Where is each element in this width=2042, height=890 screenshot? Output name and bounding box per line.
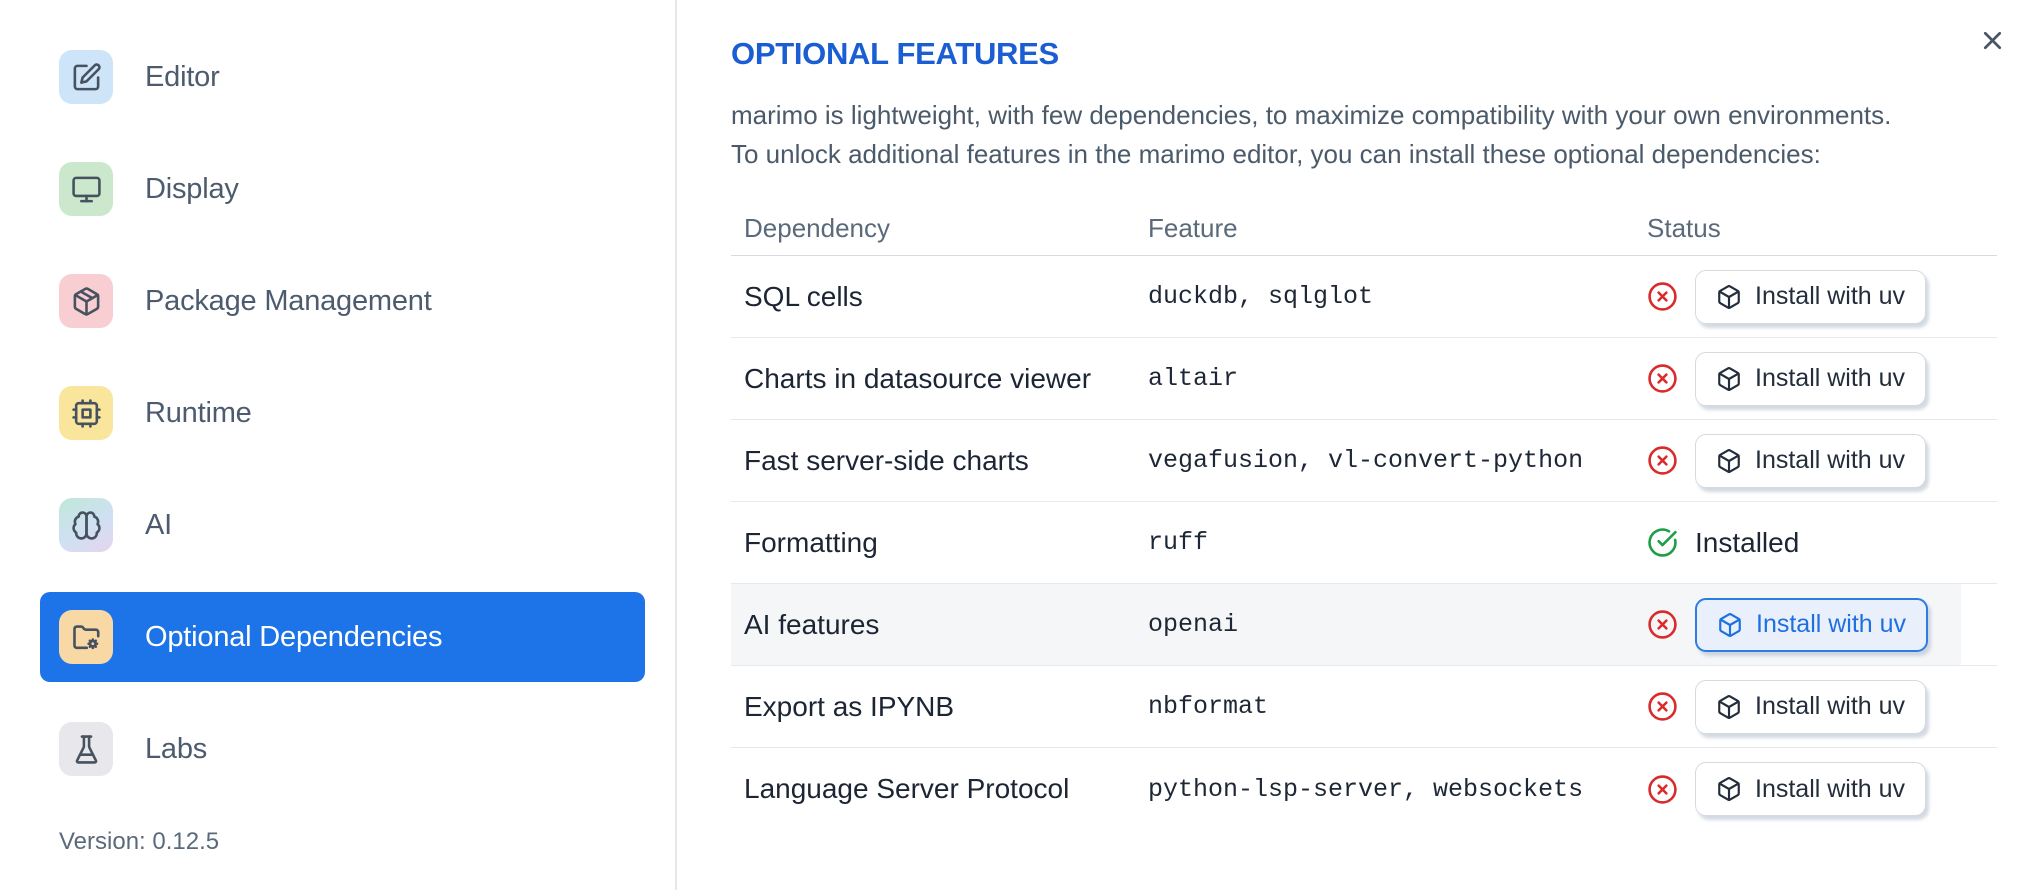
column-header-feature: Feature [1148,213,1238,243]
install-with-uv-button[interactable]: Install with uv [1695,433,1927,488]
dependency-name: Charts in datasource viewer [744,362,1092,394]
description-line-1: marimo is lightweight, with few dependen… [731,100,1892,130]
table-row: Charts in datasource viewer altair Insta… [731,338,1997,420]
version-label: Version: 0.12.5 [59,828,220,855]
box-icon [1716,366,1742,392]
dependency-name: Language Server Protocol [744,773,1070,804]
installed-status-label: Installed [1695,526,1800,558]
table-header-row: Dependency Feature Status [731,202,1997,256]
feature-packages: vegafusion, vl-convert-python [1148,446,1584,475]
sidebar-item-label: Package Management [145,284,432,317]
sidebar-item-runtime[interactable]: Runtime [40,368,645,458]
install-button-label: Install with uv [1755,364,1906,392]
circle-x-icon [1647,363,1678,394]
box-icon [1716,448,1742,474]
settings-dialog: Editor Display Package Management Runtim… [0,0,2042,890]
install-with-uv-button[interactable]: Install with uv [1695,679,1927,734]
circle-check-icon [1647,527,1678,558]
status-cell: Installed [1647,527,1997,559]
status-cell: Install with uv [1647,351,1997,406]
flask-icon [59,722,113,776]
sidebar-item-optional-dependencies[interactable]: Optional Dependencies [40,592,645,682]
status-cell: Install with uv [1647,597,1997,652]
table-row: Fast server-side charts vegafusion, vl-c… [731,420,1997,502]
column-header-dependency: Dependency [744,213,890,243]
column-header-status: Status [1647,213,1721,243]
sidebar-item-label: Labs [145,732,208,765]
pencil-square-icon [59,50,113,104]
sidebar-item-label: Editor [145,60,220,93]
optional-features-panel: OPTIONAL FEATURES marimo is lightweight,… [679,0,2042,890]
install-button-label: Install with uv [1755,282,1906,310]
sidebar-item-labs[interactable]: Labs [40,704,645,794]
status-cell: Install with uv [1647,679,1997,734]
close-button[interactable] [1974,22,2010,58]
box-icon [1716,694,1742,720]
box-icon [1716,284,1742,310]
sidebar-item-display[interactable]: Display [40,144,645,234]
install-with-uv-button[interactable]: Install with uv [1695,351,1927,406]
table-row: SQL cells duckdb, sqlglot Install with u… [731,256,1997,338]
feature-packages: python-lsp-server, websockets [1148,774,1584,804]
sidebar-item-ai[interactable]: AI [40,480,645,570]
install-button-label: Install with uv [1755,774,1906,803]
table-row: Formatting ruff Installed [731,502,1997,584]
sidebar-item-label: AI [145,508,172,541]
circle-x-icon [1647,281,1678,312]
status-cell: Install with uv [1647,269,1997,324]
feature-packages: duckdb, sqlglot [1148,282,1374,311]
circle-x-icon [1647,609,1678,640]
dependency-name: SQL cells [744,280,863,312]
brain-icon [59,498,113,552]
status-cell: Install with uv [1647,433,1997,488]
sidebar-item-package-management[interactable]: Package Management [40,256,645,346]
circle-x-icon [1647,445,1678,476]
box-icon [1717,612,1743,638]
status-cell: Install with uv [1647,762,1997,816]
description-line-2: To unlock additional features in the mar… [731,139,1821,169]
dependency-name: AI features [744,608,880,640]
cpu-icon [59,386,113,440]
install-with-uv-button[interactable]: Install with uv [1695,597,1929,652]
feature-packages: altair [1148,364,1239,393]
install-with-uv-button[interactable]: Install with uv [1695,269,1927,324]
table-row: Export as IPYNB nbformat Install with uv [731,666,1997,748]
install-button-label: Install with uv [1756,610,1907,638]
box-icon [1716,776,1742,802]
settings-sidebar: Editor Display Package Management Runtim… [0,0,677,890]
feature-packages: nbformat [1148,692,1269,721]
close-icon [1978,26,2007,55]
features-table: Dependency Feature Status SQL cells duck… [731,202,1997,830]
sidebar-item-editor[interactable]: Editor [40,32,645,122]
feature-packages: ruff [1148,528,1209,557]
monitor-icon [59,162,113,216]
package-icon [59,274,113,328]
dependency-name: Formatting [744,526,878,558]
feature-packages: openai [1148,610,1239,639]
circle-x-icon [1647,774,1678,805]
table-row: AI features openai Install with uv [731,584,1997,666]
dependency-name: Export as IPYNB [744,690,955,722]
install-with-uv-button[interactable]: Install with uv [1695,762,1927,816]
install-button-label: Install with uv [1755,692,1906,720]
folder-cog-icon [59,610,113,664]
page-title: OPTIONAL FEATURES [731,36,1059,71]
panel-description: marimo is lightweight, with few dependen… [731,96,2031,174]
sidebar-item-label: Runtime [145,396,252,429]
sidebar-item-label: Optional Dependencies [145,620,443,653]
circle-x-icon [1647,691,1678,722]
install-button-label: Install with uv [1755,446,1906,474]
sidebar-item-label: Display [145,172,239,205]
dependency-name: Fast server-side charts [744,444,1029,476]
features-table-body: SQL cells duckdb, sqlglot Install with u… [731,256,1997,830]
table-row: Language Server Protocol python-lsp-serv… [731,748,1997,830]
